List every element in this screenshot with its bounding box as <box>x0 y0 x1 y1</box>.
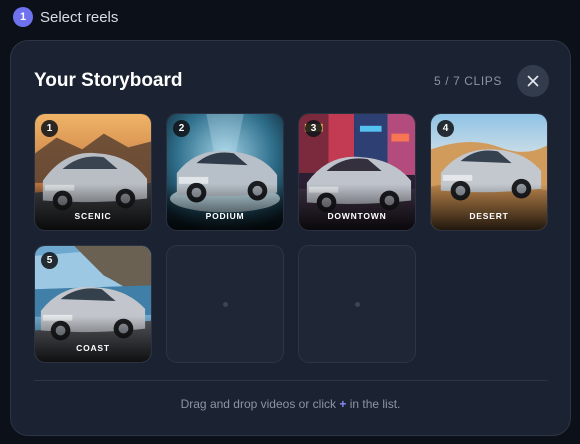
storyboard-title: Your Storyboard <box>34 70 183 91</box>
clip-tile-podium[interactable]: 2 PODIUM <box>166 113 284 231</box>
divider <box>34 380 548 381</box>
empty-slot-dot <box>355 302 360 307</box>
clip-tile-coast[interactable]: 5 COAST <box>34 245 152 363</box>
step-header: 1 Select reels <box>13 6 118 28</box>
reel-selector: 1 Select reels Your Storyboard 5 / 7 CLI… <box>0 0 580 444</box>
step-number-badge: 1 <box>13 7 33 27</box>
empty-clip-slot[interactable] <box>166 245 284 363</box>
close-icon <box>527 75 539 87</box>
drop-hint-text-after: in the list. <box>346 397 401 411</box>
clip-number-badge: 3 <box>305 120 322 137</box>
clip-number-badge: 4 <box>437 120 454 137</box>
clip-number-badge: 5 <box>41 252 58 269</box>
clip-label: PODIUM <box>205 211 245 221</box>
clip-tile-scenic[interactable]: 1 SCENIC <box>34 113 152 231</box>
clip-label: DOWNTOWN <box>327 211 387 221</box>
drop-hint: Drag and drop videos or click + in the l… <box>11 397 570 411</box>
clip-tile-desert[interactable]: 4 DESERT <box>430 113 548 231</box>
clip-number-badge: 1 <box>41 120 58 137</box>
clip-label: SCENIC <box>74 211 112 221</box>
empty-slot-dot <box>223 302 228 307</box>
storyboard-panel: Your Storyboard 5 / 7 CLIPS 1 SCENIC 2 P… <box>10 40 571 436</box>
drop-hint-text-before: Drag and drop videos or click <box>180 397 340 411</box>
clip-label: COAST <box>76 343 110 353</box>
step-label: Select reels <box>40 8 119 26</box>
clip-count: 5 / 7 CLIPS <box>434 74 502 88</box>
close-button[interactable] <box>517 65 549 97</box>
clip-label: DESERT <box>469 211 509 221</box>
clip-tile-downtown[interactable]: 3 DOWNTOWN <box>298 113 416 231</box>
clip-number-badge: 2 <box>173 120 190 137</box>
empty-clip-slot[interactable] <box>298 245 416 363</box>
